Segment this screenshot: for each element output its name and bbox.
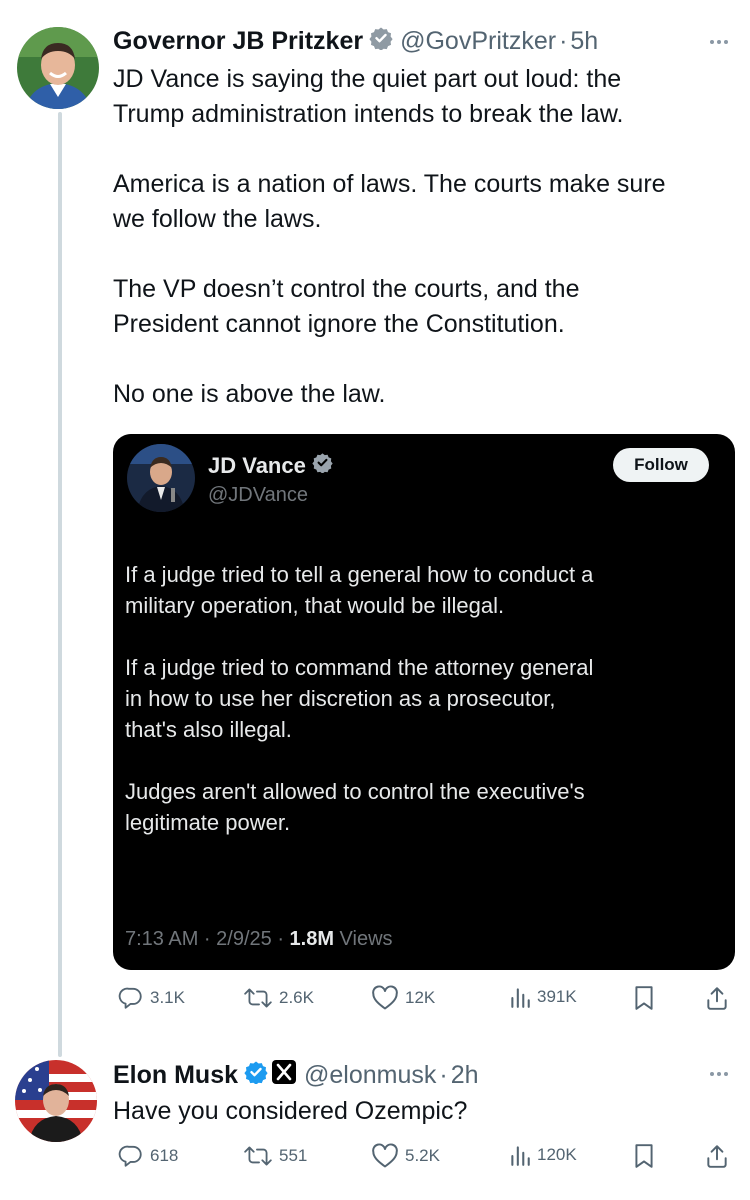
quoted-line: legitimate power.: [125, 810, 291, 835]
quoted-line: military operation, that would be illega…: [125, 593, 505, 618]
reply-button[interactable]: 3.1K: [118, 985, 185, 1011]
views-button[interactable]: 391K: [509, 985, 577, 1009]
views-button[interactable]: 120K: [509, 1143, 577, 1167]
share-button[interactable]: [705, 1143, 729, 1174]
quoted-timestamp[interactable]: 7:13 AM · 2/9/25 ·: [125, 928, 290, 950]
quoted-post-body: If a judge tried to tell a general how t…: [125, 559, 593, 838]
author-handle[interactable]: @GovPritzker: [400, 27, 556, 56]
avatar-vance[interactable]: [127, 444, 195, 512]
quoted-line: Judges aren't allowed to control the exe…: [125, 779, 585, 804]
post-time[interactable]: 5h: [570, 27, 598, 56]
quoted-line: in how to use her discretion as a prosec…: [125, 686, 556, 711]
post-line: No one is above the law.: [113, 380, 386, 408]
post-time[interactable]: 2h: [451, 1061, 479, 1090]
post-line: President cannot ignore the Constitution…: [113, 310, 565, 338]
separator-dot: ·: [559, 27, 568, 55]
post-line: The VP doesn’t control the courts, and t…: [113, 275, 580, 303]
repost-count: 551: [279, 1146, 308, 1165]
repost-count: 2.6K: [279, 988, 314, 1007]
post-body: JD Vance is saying the quiet part out lo…: [113, 62, 666, 412]
bookmark-button[interactable]: [633, 1143, 655, 1174]
quoted-line: that's also illegal.: [125, 717, 292, 742]
verified-badge-icon: [369, 26, 393, 57]
post-line: America is a nation of laws. The courts …: [113, 170, 666, 198]
post-line: we follow the laws.: [113, 205, 322, 233]
post-header: Governor JB Pritzker @GovPritzker · 5h: [113, 26, 598, 57]
like-count: 5.2K: [405, 1146, 440, 1165]
repost-icon: [244, 988, 272, 1008]
share-button[interactable]: [705, 985, 729, 1016]
heart-icon: [372, 1143, 398, 1168]
reply-icon: [118, 1145, 142, 1167]
quoted-post-card[interactable]: JD Vance @JDVance Follow If a judge trie…: [113, 434, 735, 970]
reply-icon: [118, 987, 142, 1009]
action-bar: 3.1K 2.6K 12K 391K: [113, 985, 733, 1015]
bookmark-icon: [635, 986, 653, 1010]
repost-button[interactable]: 551: [243, 1143, 307, 1169]
post-line: Trump administration intends to break th…: [113, 100, 624, 128]
more-options-icon[interactable]: [710, 40, 728, 44]
quoted-author-name[interactable]: JD Vance: [208, 453, 306, 479]
quoted-author-handle[interactable]: @JDVance: [208, 484, 308, 507]
quoted-views-label: Views: [334, 928, 393, 950]
reply-count: 618: [150, 1146, 179, 1165]
heart-icon: [372, 985, 398, 1010]
author-handle[interactable]: @elonmusk: [304, 1061, 436, 1090]
thread-connector-line: [58, 112, 62, 1057]
repost-button[interactable]: 2.6K: [243, 985, 314, 1011]
reply-button[interactable]: 618: [118, 1143, 178, 1169]
follow-button[interactable]: Follow: [613, 448, 709, 482]
x-affiliate-badge-icon[interactable]: [272, 1060, 297, 1091]
post-body: Have you considered Ozempic?: [113, 1094, 467, 1129]
avatar-musk[interactable]: [15, 1060, 97, 1142]
author-name[interactable]: Elon Musk: [113, 1061, 238, 1090]
bookmark-icon: [635, 1144, 653, 1168]
quoted-author-row: JD Vance: [208, 452, 333, 479]
views-chart-icon: [511, 1146, 530, 1166]
quoted-line: If a judge tried to tell a general how t…: [125, 562, 594, 587]
post-line: JD Vance is saying the quiet part out lo…: [113, 65, 622, 93]
repost-icon: [244, 1146, 272, 1166]
quoted-views-count: 1.8M: [289, 928, 334, 950]
separator-dot: ·: [439, 1061, 448, 1089]
like-count: 12K: [405, 988, 436, 1007]
views-count: 120K: [537, 1145, 577, 1164]
reply-count: 3.1K: [150, 988, 185, 1007]
share-icon: [707, 987, 727, 1010]
like-button[interactable]: 5.2K: [371, 1143, 440, 1169]
like-button[interactable]: 12K: [371, 985, 435, 1011]
more-options-icon[interactable]: [710, 1072, 728, 1076]
avatar-pritzker[interactable]: [17, 27, 99, 109]
post-header: Elon Musk @elonmusk · 2h: [113, 1060, 479, 1091]
views-chart-icon: [511, 988, 530, 1008]
share-icon: [707, 1145, 727, 1168]
bookmark-button[interactable]: [633, 985, 655, 1016]
views-count: 391K: [537, 987, 577, 1006]
post-line: Have you considered Ozempic?: [113, 1097, 468, 1125]
author-name[interactable]: Governor JB Pritzker: [113, 27, 363, 56]
action-bar: 618 551 5.2K 120K: [113, 1143, 733, 1173]
verified-badge-icon: [244, 1060, 268, 1091]
quoted-line: If a judge tried to command the attorney…: [125, 655, 594, 680]
quoted-post-meta: 7:13 AM · 2/9/25 · 1.8M Views: [125, 928, 393, 951]
verified-badge-icon: [312, 452, 333, 479]
